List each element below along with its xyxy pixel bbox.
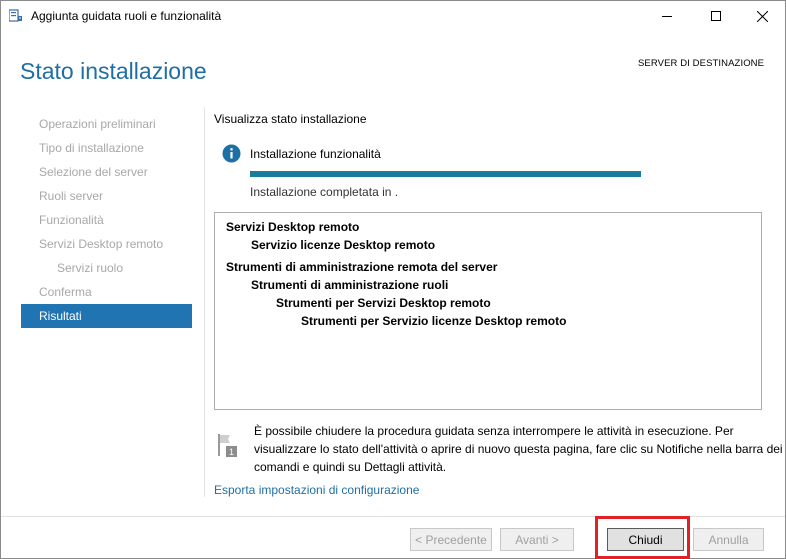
export-settings-link[interactable]: Esporta impostazioni di configurazione — [214, 483, 419, 497]
notification-badge: 1 — [229, 447, 234, 457]
title-bar: Aggiunta guidata ruoli e funzionalità — [1, 1, 785, 32]
sidebar-step[interactable]: Risultati — [21, 304, 192, 328]
destination-server-label: SERVER DI DESTINAZIONE — [638, 58, 765, 69]
previous-button[interactable]: < Precedente — [410, 528, 492, 551]
close-wizard-note: È possibile chiudere la procedura guidat… — [254, 424, 783, 474]
sidebar-step: Operazioni preliminari — [39, 117, 156, 131]
result-item: Strumenti di amministrazione ruoli — [251, 278, 449, 292]
close-window-button[interactable] — [739, 1, 785, 31]
maximize-button[interactable] — [693, 1, 739, 31]
close-button[interactable]: Chiudi — [607, 528, 684, 551]
sidebar-step: Selezione del server — [39, 165, 148, 179]
minimize-button[interactable] — [644, 1, 690, 31]
progress-fill — [250, 171, 641, 177]
sidebar-step: Ruoli server — [39, 189, 104, 203]
window-title: Aggiunta guidata ruoli e funzionalità — [31, 9, 222, 23]
result-item: Servizi Desktop remoto — [226, 220, 360, 234]
installation-status: Installazione completata in . — [250, 185, 399, 199]
installation-progress-bar — [250, 171, 641, 177]
footer-divider — [1, 516, 785, 517]
page-title: Stato installazione — [20, 58, 207, 84]
notification-flag-icon: 1 — [218, 434, 237, 457]
sidebar-step: Tipo di installazione — [39, 141, 144, 155]
sidebar-step: Servizi ruolo — [57, 261, 124, 275]
result-item: Strumenti per Servizio licenze Desktop r… — [301, 314, 567, 328]
sidebar-step: Servizi Desktop remoto — [39, 237, 164, 251]
result-item: Servizio licenze Desktop remoto — [251, 238, 436, 252]
next-button[interactable]: Avanti > — [500, 528, 574, 551]
main-heading: Visualizza stato installazione — [214, 112, 367, 126]
maximize-icon — [711, 11, 721, 21]
result-item: Strumenti di amministrazione remota del … — [226, 260, 498, 274]
sidebar-divider — [204, 107, 205, 497]
results-list[interactable]: Servizi Desktop remoto Servizio licenze D… — [214, 212, 762, 410]
installation-label: Installazione funzionalità — [250, 147, 381, 161]
info-icon — [222, 144, 241, 163]
minimize-icon — [662, 16, 672, 17]
result-item: Strumenti per Servizi Desktop remoto — [276, 296, 491, 310]
sidebar-step: Conferma — [39, 285, 92, 299]
cancel-button[interactable]: Annulla — [693, 528, 764, 551]
close-icon — [756, 10, 768, 22]
wizard-window: Aggiunta guidata ruoli e funzionalità St… — [0, 0, 786, 559]
server-manager-icon — [9, 9, 22, 22]
wizard-steps-sidebar: Operazioni preliminari Tipo di installazi… — [21, 112, 192, 328]
sidebar-step: Funzionalità — [39, 213, 104, 227]
